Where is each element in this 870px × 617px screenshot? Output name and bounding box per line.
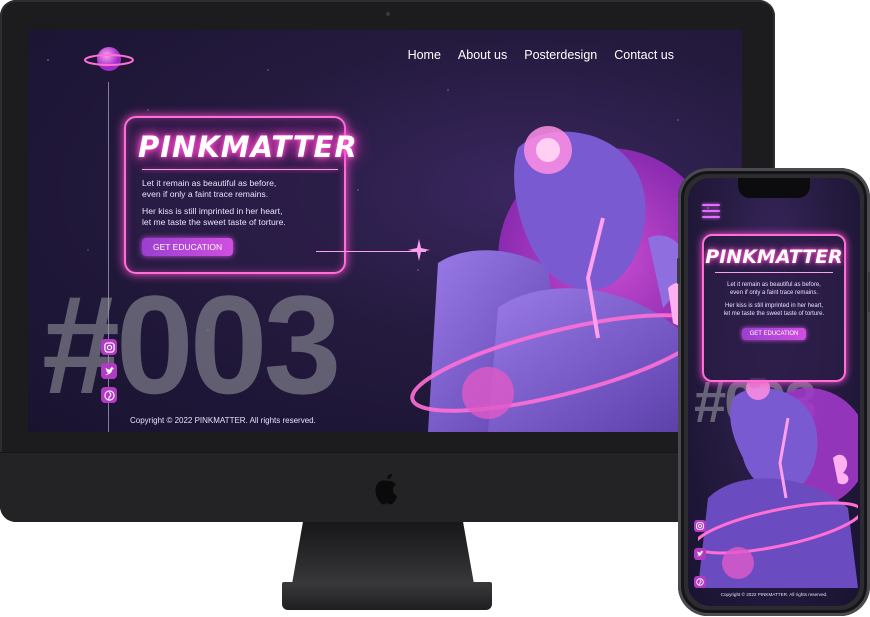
phone-screen: #003 PINKMATTER Let it remain as beautif… bbox=[688, 178, 860, 606]
monitor-foot bbox=[282, 582, 492, 610]
nav-home[interactable]: Home bbox=[408, 48, 441, 62]
monitor-stand bbox=[292, 522, 474, 584]
phone-pinterest-icon[interactable] bbox=[694, 576, 706, 588]
sparkle-icon bbox=[408, 239, 430, 261]
phone-paragraph-2: Her kiss is still imprinted in her heart… bbox=[723, 303, 825, 317]
main-nav: Home About us Posterdesign Contact us bbox=[408, 48, 674, 62]
phone-brand-title: PINKMATTER bbox=[705, 246, 843, 268]
phone-notch bbox=[738, 178, 810, 198]
copyright-text: Copyright © 2022 PINKMATTER. All rights … bbox=[130, 416, 316, 425]
phone-get-education-button[interactable]: GET EDUCATION bbox=[741, 328, 807, 340]
phone-hero-card: PINKMATTER Let it remain as beautiful as… bbox=[702, 234, 846, 382]
phone-instagram-icon[interactable] bbox=[694, 520, 706, 532]
hero-paragraph-1: Let it remain as beautiful as before, ev… bbox=[142, 178, 277, 199]
instagram-icon[interactable] bbox=[101, 339, 117, 355]
nav-about-us[interactable]: About us bbox=[458, 48, 507, 62]
get-education-button[interactable]: GET EDUCATION bbox=[142, 238, 234, 256]
brand-title: PINKMATTER bbox=[138, 130, 358, 164]
nav-contact-us[interactable]: Contact us bbox=[614, 48, 674, 62]
phone-copyright-text: Copyright © 2022 PINKMATTER. All rights … bbox=[720, 592, 828, 597]
device-mockup: Home About us Posterdesign Contact us #0… bbox=[0, 0, 870, 617]
phone-volume-button bbox=[677, 258, 680, 284]
planet-logo-icon[interactable] bbox=[83, 42, 135, 76]
twitter-icon[interactable] bbox=[101, 363, 117, 379]
title-underline bbox=[142, 169, 338, 170]
apple-logo-icon bbox=[375, 474, 397, 505]
hero-paragraph-2: Her kiss is still imprinted in her heart… bbox=[142, 206, 286, 227]
phone-paragraph-1: Let it remain as beautiful as before, ev… bbox=[727, 282, 821, 296]
nav-posterdesign[interactable]: Posterdesign bbox=[524, 48, 597, 62]
phone-twitter-icon[interactable] bbox=[694, 548, 706, 560]
camera bbox=[386, 12, 390, 16]
desktop-monitor: Home About us Posterdesign Contact us #0… bbox=[0, 0, 775, 522]
phone-title-underline bbox=[715, 272, 833, 273]
phone-device: #003 PINKMATTER Let it remain as beautif… bbox=[677, 168, 870, 616]
pinterest-icon[interactable] bbox=[101, 387, 117, 403]
hero-card: PINKMATTER Let it remain as beautiful as… bbox=[124, 116, 430, 274]
phone-statue-artwork bbox=[698, 378, 858, 588]
menu-icon[interactable] bbox=[702, 204, 720, 218]
issue-number: #003 bbox=[42, 266, 341, 423]
desktop-screen: Home About us Posterdesign Contact us #0… bbox=[28, 30, 742, 432]
